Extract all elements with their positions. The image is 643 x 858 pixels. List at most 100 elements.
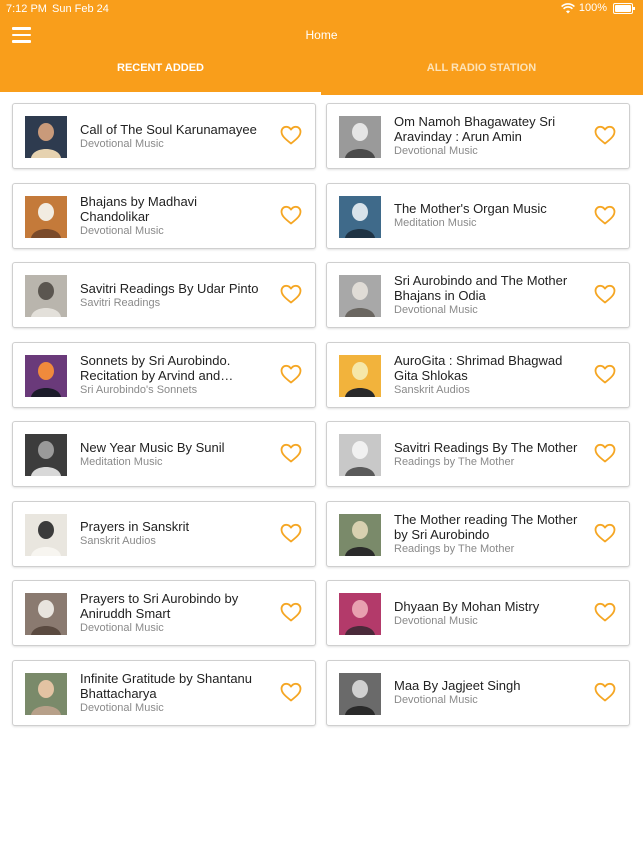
favorite-heart-icon[interactable] xyxy=(280,602,302,622)
station-card[interactable]: Prayers to Sri Aurobindo by Aniruddh Sma… xyxy=(12,580,316,646)
favorite-heart-icon[interactable] xyxy=(280,125,302,145)
favorite-heart-icon[interactable] xyxy=(594,364,616,384)
station-thumbnail xyxy=(25,354,67,397)
station-category: Savitri Readings xyxy=(80,296,161,309)
station-text: Savitri Readings By Udar Pinto Savitri R… xyxy=(80,263,266,327)
station-card[interactable]: The Mother reading The Mother by Sri Aur… xyxy=(326,500,630,567)
station-category: Devotional Music xyxy=(394,614,478,627)
station-title: Savitri Readings By The Mother xyxy=(394,439,578,455)
favorite-heart-icon[interactable] xyxy=(594,523,616,543)
station-text: Infinite Gratitude by Shantanu Bhattacha… xyxy=(80,661,266,725)
station-text: Maa By Jagjeet Singh Devotional Music xyxy=(394,661,580,725)
station-text: Om Namoh Bhagawatey Sri Aravinday : Arun… xyxy=(394,104,580,168)
station-card[interactable]: Prayers in Sanskrit Sanskrit Audios xyxy=(12,500,316,567)
station-text: AuroGita : Shrimad Bhagwad Gita Shlokas … xyxy=(394,343,580,407)
station-title: Call of The Soul Karunamayee xyxy=(80,121,257,137)
station-thumbnail xyxy=(339,195,381,238)
station-category: Sanskrit Audios xyxy=(394,383,470,396)
favorite-heart-icon[interactable] xyxy=(594,443,616,463)
station-card[interactable]: The Mother's Organ Music Meditation Musi… xyxy=(326,182,630,249)
battery-icon xyxy=(613,2,635,14)
station-thumbnail xyxy=(25,593,67,635)
station-card[interactable]: New Year Music By Sunil Meditation Music xyxy=(12,421,316,487)
station-title: The Mother reading The Mother by Sri Aur… xyxy=(394,511,578,542)
station-card[interactable]: Sonnets by Sri Aurobindo. Recitation by … xyxy=(12,341,316,408)
station-card[interactable]: Call of The Soul Karunamayee Devotional … xyxy=(12,103,316,169)
station-text: The Mother reading The Mother by Sri Aur… xyxy=(394,502,580,566)
favorite-heart-icon[interactable] xyxy=(280,205,302,225)
station-card[interactable]: Savitri Readings By The Mother Readings … xyxy=(326,421,630,487)
station-text: Bhajans by Madhavi Chandolikar Devotiona… xyxy=(80,184,266,248)
active-tab-indicator xyxy=(0,92,321,95)
favorite-heart-icon[interactable] xyxy=(280,364,302,384)
station-category: Devotional Music xyxy=(80,622,164,634)
status-date: Sun Feb 24 xyxy=(52,3,109,15)
station-thumbnail xyxy=(25,513,67,556)
favorite-heart-icon[interactable] xyxy=(280,443,302,463)
station-thumbnail xyxy=(339,672,381,715)
station-card[interactable]: Maa By Jagjeet Singh Devotional Music xyxy=(326,659,630,726)
station-text: Prayers to Sri Aurobindo by Aniruddh Sma… xyxy=(80,581,266,645)
favorite-heart-icon[interactable] xyxy=(280,523,302,543)
station-text: The Mother's Organ Music Meditation Musi… xyxy=(394,184,580,248)
station-thumbnail xyxy=(339,116,381,158)
app-header: 7:12 PM Sun Feb 24 100% Home RECENT ADDE… xyxy=(0,0,643,95)
station-text: Sonnets by Sri Aurobindo. Recitation by … xyxy=(80,343,266,407)
favorite-heart-icon[interactable] xyxy=(594,602,616,622)
station-title: Bhajans by Madhavi Chandolikar xyxy=(80,193,198,224)
station-title: Maa By Jagjeet Singh xyxy=(394,678,521,693)
station-thumbnail xyxy=(339,354,381,397)
station-thumbnail xyxy=(339,513,381,556)
station-card[interactable]: Dhyaan By Mohan Mistry Devotional Music xyxy=(326,580,630,646)
station-category: Sanskrit Audios xyxy=(80,535,156,547)
favorite-heart-icon[interactable] xyxy=(280,284,302,304)
station-card[interactable]: Infinite Gratitude by Shantanu Bhattacha… xyxy=(12,659,316,726)
station-category: Meditation Music xyxy=(80,455,163,468)
station-text: Sri Aurobindo and The Mother Bhajans in … xyxy=(394,263,580,327)
battery-percent: 100% xyxy=(578,2,607,14)
favorite-heart-icon[interactable] xyxy=(594,284,616,304)
favorite-heart-icon[interactable] xyxy=(280,682,302,702)
station-category: Sri Aurobindo's Sonnets xyxy=(80,383,198,396)
station-category: Readings by The Mother xyxy=(394,542,515,555)
favorite-heart-icon[interactable] xyxy=(594,125,616,145)
station-thumbnail xyxy=(339,593,381,635)
station-text: Savitri Readings By The Mother Readings … xyxy=(394,422,580,486)
tab-all-radio-station[interactable]: ALL RADIO STATION xyxy=(321,62,642,74)
station-card[interactable]: Savitri Readings By Udar Pinto Savitri R… xyxy=(12,262,316,328)
favorite-heart-icon[interactable] xyxy=(594,682,616,702)
station-category: Readings by The Mother xyxy=(394,455,515,468)
station-thumbnail xyxy=(25,116,67,158)
station-thumbnail xyxy=(25,434,67,476)
status-bar: 7:12 PM Sun Feb 24 100% xyxy=(0,0,643,18)
status-time: 7:12 PM xyxy=(6,3,47,15)
station-title: AuroGita : Shrimad Bhagwad Gita Shlokas xyxy=(394,352,563,383)
favorite-heart-icon[interactable] xyxy=(594,205,616,225)
station-title: New Year Music By Sunil xyxy=(80,439,225,455)
station-category: Devotional Music xyxy=(80,701,164,714)
station-category: Meditation Music xyxy=(394,217,477,229)
station-text: New Year Music By Sunil Meditation Music xyxy=(80,422,266,486)
station-title: Prayers to Sri Aurobindo by Aniruddh Sma… xyxy=(80,591,239,621)
station-category: Devotional Music xyxy=(394,145,478,157)
station-text: Dhyaan By Mohan Mistry Devotional Music xyxy=(394,581,580,645)
station-category: Devotional Music xyxy=(80,137,164,150)
page-title: Home xyxy=(305,28,338,42)
station-thumbnail xyxy=(339,434,381,476)
status-right: 100% xyxy=(560,2,635,14)
station-thumbnail xyxy=(25,195,67,238)
station-title: Savitri Readings By Udar Pinto xyxy=(80,280,259,296)
station-title: Sri Aurobindo and The Mother Bhajans in … xyxy=(394,273,568,303)
station-card[interactable]: Om Namoh Bhagawatey Sri Aravinday : Arun… xyxy=(326,103,630,169)
station-card[interactable]: Bhajans by Madhavi Chandolikar Devotiona… xyxy=(12,182,316,249)
station-thumbnail xyxy=(339,275,381,317)
station-title: Prayers in Sanskrit xyxy=(80,519,190,534)
station-card[interactable]: AuroGita : Shrimad Bhagwad Gita Shlokas … xyxy=(326,341,630,408)
station-title: Infinite Gratitude by Shantanu Bhattacha… xyxy=(80,670,253,701)
station-title: Sonnets by Sri Aurobindo. Recitation by … xyxy=(80,352,231,383)
station-category: Devotional Music xyxy=(394,694,478,706)
station-card[interactable]: Sri Aurobindo and The Mother Bhajans in … xyxy=(326,262,630,328)
station-thumbnail xyxy=(25,672,67,715)
station-category: Devotional Music xyxy=(80,224,164,237)
tab-recent-added[interactable]: RECENT ADDED xyxy=(0,62,321,74)
